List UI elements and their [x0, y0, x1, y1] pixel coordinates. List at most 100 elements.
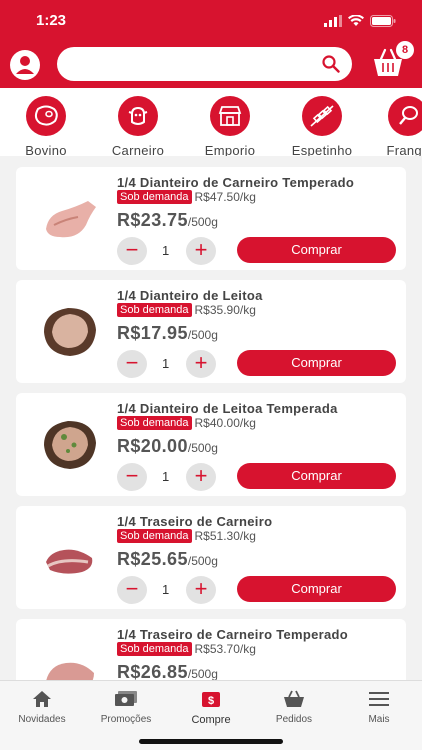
availability-row: Sob demanda R$35.90/kg — [117, 303, 256, 317]
availability-row: Sob demanda R$40.00/kg — [117, 416, 256, 430]
product-image — [44, 421, 96, 469]
tab-novidades[interactable]: Novidades — [2, 689, 82, 725]
chicken-leg-icon — [388, 96, 422, 136]
quantity-value: 1 — [162, 582, 170, 597]
quantity-value: 1 — [162, 356, 170, 371]
category-label: Frango — [386, 143, 422, 156]
availability-row: Sob demanda R$47.50/kg — [117, 190, 256, 204]
home-indicator — [139, 739, 283, 744]
category-label: Bovino — [25, 143, 67, 156]
increase-quantity-button[interactable]: + — [186, 237, 216, 265]
on-demand-badge: Sob demanda — [117, 642, 192, 656]
status-time: 1:23 — [36, 12, 67, 29]
quantity-value: 1 — [162, 243, 170, 258]
decrease-quantity-button[interactable]: − — [117, 576, 147, 604]
status-icons — [324, 15, 396, 27]
cart-count-badge: 8 — [396, 41, 414, 59]
category-carneiro[interactable]: Carneiro — [98, 96, 178, 156]
category-label: Emporio — [204, 143, 256, 156]
product-name: 1/4 Traseiro de Carneiro Temperado — [117, 627, 349, 642]
buy-button[interactable]: Comprar — [237, 237, 396, 263]
tab-compre[interactable]: $ Compre — [171, 689, 251, 726]
increase-quantity-button[interactable]: + — [186, 576, 216, 604]
product-image — [44, 308, 96, 356]
price-value: R$17.95 — [117, 323, 188, 343]
product-card[interactable]: 1/4 Dianteiro de Leitoa Temperada Sob de… — [16, 393, 406, 496]
tab-promocoes[interactable]: Promoções — [86, 689, 166, 725]
decrease-quantity-button[interactable]: − — [117, 350, 147, 378]
home-icon — [33, 691, 51, 707]
dollar-bag-icon: $ — [202, 692, 220, 707]
on-demand-badge: Sob demanda — [117, 303, 192, 317]
product-card[interactable]: 1/4 Traseiro de Carneiro Sob demanda R$51… — [16, 506, 406, 609]
product-price: R$17.95/500g — [117, 323, 218, 344]
status-bar: 1:23 — [0, 12, 422, 32]
search-input[interactable] — [57, 47, 307, 81]
price-unit: /500g — [187, 554, 218, 568]
product-image — [46, 549, 93, 574]
price-per-kg: R$35.90/kg — [194, 303, 256, 317]
category-label: Espetinho — [291, 143, 353, 156]
product-price: R$20.00/500g — [117, 436, 218, 457]
profile-button[interactable] — [10, 50, 40, 80]
basket-icon — [284, 690, 304, 707]
skewer-icon — [302, 96, 342, 136]
signal-icon — [324, 15, 342, 27]
tab-mais[interactable]: Mais — [339, 689, 419, 725]
product-name: 1/4 Dianteiro de Carneiro Temperado — [117, 175, 355, 190]
category-emporio[interactable]: Emporio — [190, 96, 270, 156]
increase-quantity-button[interactable]: + — [186, 463, 216, 491]
product-name: 1/4 Dianteiro de Leitoa Temperada — [117, 401, 338, 416]
price-value: R$25.65 — [117, 549, 188, 569]
user-icon — [16, 56, 34, 74]
price-value: R$23.75 — [117, 210, 188, 230]
tab-label: Mais — [368, 714, 390, 725]
category-bovino[interactable]: Bovino — [6, 96, 86, 156]
product-name: 1/4 Traseiro de Carneiro — [117, 514, 273, 529]
lamb-icon — [118, 96, 158, 136]
cart-button[interactable]: 8 — [371, 41, 414, 79]
product-card[interactable]: 1/4 Dianteiro de Leitoa Sob demanda R$35.… — [16, 280, 406, 383]
price-value: R$26.85 — [117, 662, 188, 682]
price-per-kg: R$40.00/kg — [194, 416, 256, 430]
menu-icon — [369, 692, 389, 706]
increase-quantity-button[interactable]: + — [186, 350, 216, 378]
price-per-kg: R$51.30/kg — [194, 529, 256, 543]
product-price: R$25.65/500g — [117, 549, 218, 570]
search-bar[interactable] — [57, 47, 352, 81]
decrease-quantity-button[interactable]: − — [117, 237, 147, 265]
app-header: 1:23 8 — [0, 0, 422, 88]
price-unit: /500g — [187, 215, 218, 229]
product-card[interactable]: 1/4 Dianteiro de Carneiro Temperado Sob … — [16, 167, 406, 270]
price-unit: /500g — [187, 441, 218, 455]
product-price: R$23.75/500g — [117, 210, 218, 231]
quantity-value: 1 — [162, 469, 170, 484]
on-demand-badge: Sob demanda — [117, 190, 192, 204]
category-strip[interactable]: Bovino Carneiro Emporio Espetinho Frango — [0, 88, 422, 156]
category-espetinho[interactable]: Espetinho — [282, 96, 362, 156]
product-name: 1/4 Dianteiro de Leitoa — [117, 288, 263, 303]
buy-button[interactable]: Comprar — [237, 463, 396, 489]
price-unit: /500g — [187, 667, 218, 681]
availability-row: Sob demanda R$51.30/kg — [117, 529, 256, 543]
decrease-quantity-button[interactable]: − — [117, 463, 147, 491]
on-demand-badge: Sob demanda — [117, 529, 192, 543]
tab-label: Promoções — [100, 714, 152, 725]
buy-button[interactable]: Comprar — [237, 576, 396, 602]
battery-icon — [370, 15, 396, 27]
price-per-kg: R$47.50/kg — [194, 190, 256, 204]
tab-label: Compre — [191, 714, 231, 726]
tab-pedidos[interactable]: Pedidos — [254, 689, 334, 725]
category-frango[interactable]: Frango — [368, 96, 422, 156]
tab-label: Novidades — [18, 714, 66, 725]
money-icon — [115, 691, 137, 706]
availability-row: Sob demanda R$53.70/kg — [117, 642, 256, 656]
on-demand-badge: Sob demanda — [117, 416, 192, 430]
buy-button[interactable]: Comprar — [237, 350, 396, 376]
svg-text:$: $ — [208, 695, 214, 707]
store-icon — [210, 96, 250, 136]
search-icon[interactable] — [322, 55, 340, 73]
price-per-kg: R$53.70/kg — [194, 642, 256, 656]
wifi-icon — [348, 15, 364, 26]
price-value: R$20.00 — [117, 436, 188, 456]
